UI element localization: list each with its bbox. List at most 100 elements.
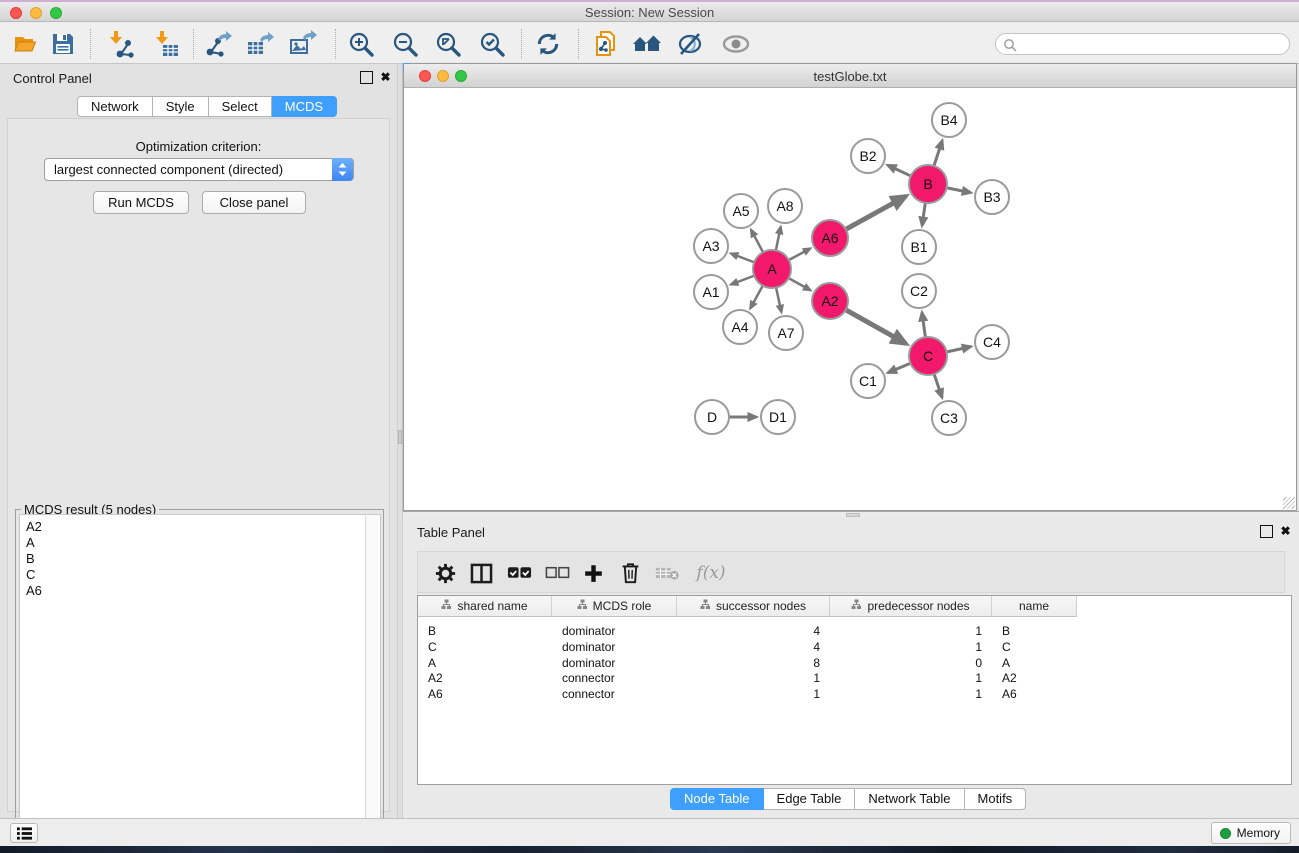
column-header-MCDS-role[interactable]: MCDS role [552,596,677,617]
refresh-icon[interactable] [533,29,563,59]
table-cell[interactable]: 1 [687,670,820,686]
tab-node-table[interactable]: Node Table [670,788,764,810]
graph-edge-B-B1[interactable] [922,201,926,226]
mcds-result-item[interactable]: A6 [26,583,42,599]
zoom-selected-icon[interactable] [477,29,507,59]
graph-node-A3[interactable]: A3 [694,229,728,263]
table-cell[interactable]: A2 [428,670,542,686]
graph-edge-B-B2[interactable] [888,165,913,177]
graph-node-C[interactable]: C [909,337,947,375]
graph-node-B3[interactable]: B3 [975,180,1009,214]
column-header-name[interactable]: name [992,596,1077,617]
graph-edge-A-A4[interactable] [750,284,764,309]
graph-edge-A-A3[interactable] [731,253,756,263]
table-cell[interactable]: A6 [1002,686,1067,702]
graph-node-C3[interactable]: C3 [932,401,966,435]
graph-edge-A6-B[interactable] [844,196,906,230]
graph-node-A2[interactable]: A2 [812,283,848,319]
graph-node-C2[interactable]: C2 [902,274,936,308]
graph-node-A7[interactable]: A7 [769,316,803,350]
network-canvas[interactable]: AA1A2A3A4A5A6A7A8BB1B2B3B4CC1C2C3C4DD1 [404,88,1296,510]
tab-mcds[interactable]: MCDS [272,96,337,117]
table-cell[interactable]: 8 [687,655,820,671]
zoom-in-icon[interactable] [346,29,376,59]
mcds-result-item[interactable]: A [26,535,42,551]
table-cell[interactable]: A6 [428,686,542,702]
result-list-scrollbar[interactable] [365,516,378,851]
graph-edge-C-C2[interactable] [922,312,926,339]
table-cell[interactable]: C [428,639,542,655]
graph-edge-A-A5[interactable] [751,230,764,254]
open-icon[interactable] [10,29,40,59]
graph-edge-B-B4[interactable] [933,141,942,168]
graph-node-D1[interactable]: D1 [761,400,795,434]
table-cell[interactable]: A [1002,655,1067,671]
graph-edge-B-B3[interactable] [945,187,971,192]
mcds-result-item[interactable]: C [26,567,42,583]
graph-edge-A-A2[interactable] [787,277,811,290]
task-history-button[interactable] [10,823,38,843]
table-cell[interactable]: 1 [687,686,820,702]
tab-select[interactable]: Select [209,96,272,117]
column-header-predecessor-nodes[interactable]: predecessor nodes [830,596,992,617]
tab-motifs[interactable]: Motifs [965,788,1027,810]
table-settings-icon[interactable] [430,558,460,588]
deselect-all-icon[interactable] [542,558,572,588]
graph-node-B[interactable]: B [909,165,947,203]
select-all-icon[interactable] [504,558,534,588]
home-icon[interactable] [632,29,662,59]
import-network-icon[interactable] [105,29,135,59]
table-cell[interactable]: 4 [687,623,820,639]
column-header-successor-nodes[interactable]: successor nodes [677,596,830,617]
table-cell[interactable]: connector [562,686,667,702]
save-icon[interactable] [48,29,78,59]
table-cell[interactable]: 1 [840,670,982,686]
optimization-criterion-select[interactable]: largest connected component (directed) [44,158,354,181]
table-cell[interactable]: 0 [840,655,982,671]
table-cell[interactable]: 1 [840,639,982,655]
add-column-icon[interactable] [578,558,608,588]
graph-node-B2[interactable]: B2 [851,139,885,173]
graphics-details-icon[interactable] [676,29,706,59]
graph-edge-C-C3[interactable] [933,372,942,397]
graph-node-D[interactable]: D [695,400,729,434]
tab-network-table[interactable]: Network Table [855,788,964,810]
graph-edge-C-C4[interactable] [945,347,971,353]
run-mcds-button[interactable]: Run MCDS [93,191,189,214]
float-table-panel-icon[interactable] [1260,525,1273,538]
memory-button[interactable]: Memory [1211,822,1291,844]
graph-node-A6[interactable]: A6 [812,220,848,256]
close-panel-button[interactable]: Close panel [202,191,306,214]
table-cell[interactable]: 1 [840,686,982,702]
graph-node-A[interactable]: A [753,250,791,288]
window-resize-grip[interactable] [1283,497,1295,509]
table-cell[interactable]: B [428,623,542,639]
graph-node-B1[interactable]: B1 [902,230,936,264]
birds-eye-view-icon[interactable] [721,29,751,59]
float-panel-icon[interactable] [360,71,373,84]
zoom-fit-icon[interactable] [433,29,463,59]
table-cell[interactable]: 1 [840,623,982,639]
export-table-icon[interactable] [245,29,275,59]
mcds-result-item[interactable]: B [26,551,42,567]
table-cell[interactable]: A [428,655,542,671]
export-network-icon[interactable] [203,29,233,59]
graph-node-A4[interactable]: A4 [723,310,757,344]
graph-edge-A-A7[interactable] [776,286,782,313]
table-cell[interactable]: A2 [1002,670,1067,686]
mcds-result-item[interactable]: A2 [26,519,42,535]
table-cell[interactable]: dominator [562,639,667,655]
graph-node-B4[interactable]: B4 [932,103,966,137]
duplicate-network-icon[interactable] [592,29,622,59]
table-cell[interactable]: connector [562,670,667,686]
tab-network[interactable]: Network [77,96,153,117]
table-cell[interactable]: dominator [562,655,667,671]
table-cell[interactable]: B [1002,623,1067,639]
graph-edge-A-A8[interactable] [775,227,780,253]
graph-node-A8[interactable]: A8 [768,189,802,223]
node-table[interactable]: shared nameMCDS rolesuccessor nodesprede… [417,595,1292,785]
zoom-out-icon[interactable] [390,29,420,59]
tab-style[interactable]: Style [153,96,209,117]
table-cell[interactable]: 4 [687,639,820,655]
close-panel-icon[interactable]: ✖ [379,71,392,84]
